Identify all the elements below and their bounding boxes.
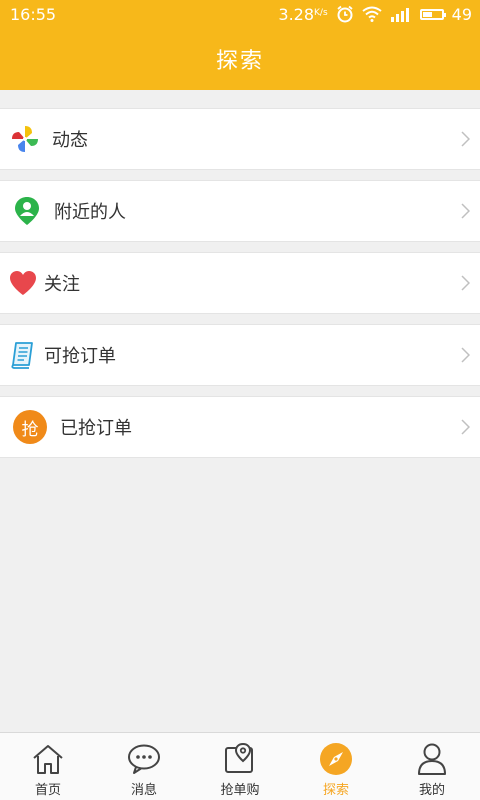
signal-icon [390, 8, 409, 22]
location-person-icon [12, 196, 42, 226]
battery-icon [419, 8, 446, 20]
page-header: 探索 [0, 28, 480, 90]
menu-item-label: 已抢订单 [60, 418, 132, 439]
pinwheel-icon [10, 124, 40, 154]
tab-label: 消息 [130, 783, 157, 798]
menu-item-grabbed-orders[interactable]: 抢 已抢订单 [0, 396, 480, 458]
wifi-icon [362, 6, 382, 22]
tab-label: 抢单购 [220, 783, 260, 798]
home-icon [30, 741, 66, 777]
chevron-right-icon [461, 419, 470, 435]
menu-item-label: 关注 [44, 274, 80, 295]
battery-level: 49 [451, 4, 472, 24]
chevron-right-icon [461, 131, 470, 147]
tab-grab-orders[interactable]: 抢单购 [192, 733, 288, 800]
menu-item-following[interactable]: 关注 [0, 252, 480, 314]
status-time: 16:55 [10, 4, 57, 24]
chevron-right-icon [461, 347, 470, 363]
heart-icon [8, 268, 38, 298]
alarm-icon [337, 5, 353, 23]
status-icons: 3.28K/s 49 [278, 5, 472, 24]
grab-badge-icon: 抢 [12, 409, 48, 445]
chevron-right-icon [461, 203, 470, 219]
tab-label: 我的 [418, 783, 445, 798]
menu-item-label: 附近的人 [54, 202, 126, 223]
tab-label: 探索 [322, 783, 349, 798]
compass-icon [318, 741, 354, 777]
map-pin-icon [222, 741, 258, 777]
menu-item-label: 可抢订单 [44, 346, 116, 367]
page-title: 探索 [215, 49, 264, 74]
tab-profile[interactable]: 我的 [384, 733, 480, 800]
document-icon [8, 340, 38, 370]
grab-badge-text: 抢 [13, 410, 47, 444]
tab-label: 首页 [34, 783, 61, 798]
status-bar: 16:55 3.28K/s 49 [0, 0, 480, 28]
chat-bubble-icon [126, 741, 162, 777]
user-icon [414, 741, 450, 777]
menu-item-feed[interactable]: 动态 [0, 108, 480, 170]
network-speed: 3.28K/s [278, 4, 328, 24]
tab-explore[interactable]: 探索 [288, 733, 384, 800]
menu-item-label: 动态 [52, 130, 88, 151]
menu-item-nearby-people[interactable]: 附近的人 [0, 180, 480, 242]
menu-item-available-orders[interactable]: 可抢订单 [0, 324, 480, 386]
chevron-right-icon [461, 275, 470, 291]
bottom-tab-bar: 首页 消息 抢单购 探索 我的 [0, 732, 480, 800]
tab-home[interactable]: 首页 [0, 733, 96, 800]
tab-messages[interactable]: 消息 [96, 733, 192, 800]
explore-menu: 动态 附近的人 关注 可抢订单 抢 已抢订单 [0, 108, 480, 468]
